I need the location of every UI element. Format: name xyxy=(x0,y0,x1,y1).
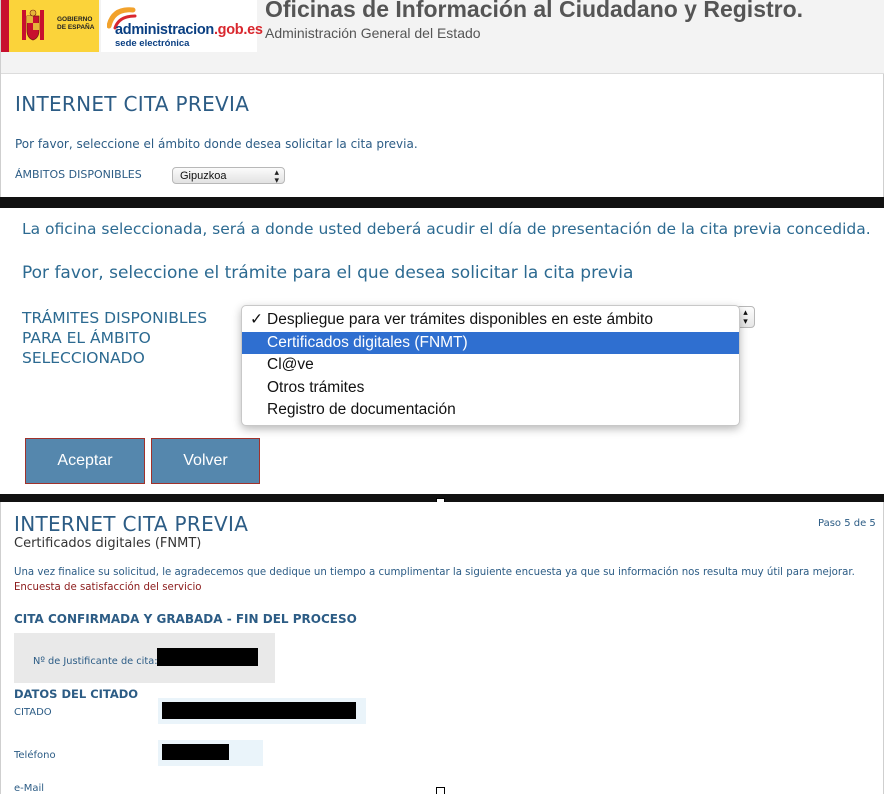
office-note: La oficina seleccionada, será a donde us… xyxy=(22,220,871,238)
confirmation-panel: INTERNET CITA PREVIA Certificados digita… xyxy=(0,502,884,794)
site-subtitle: Administración General del Estado xyxy=(265,25,481,41)
confirmation-heading: CITA CONFIRMADA Y GRABADA - FIN DEL PROC… xyxy=(14,612,357,626)
telefono-field xyxy=(158,740,263,766)
email-label: e-Mail xyxy=(14,783,45,794)
tramite-dropdown-menu[interactable]: ✓ Despliegue para ver trámites disponible… xyxy=(241,305,740,426)
step-indicator: Paso 5 de 5 xyxy=(818,518,876,529)
selected-tramite: Certificados digitales (FNMT) xyxy=(14,536,202,551)
citado-field xyxy=(158,698,366,724)
dropdown-option-default[interactable]: ✓ Despliegue para ver trámites disponible… xyxy=(242,309,739,332)
ambito-select-value: Gipuzkoa xyxy=(180,170,227,182)
site-header: GOBIERNO DE ESPAÑA administracion.gob.es… xyxy=(1,0,884,74)
admin-logo-brand: administracion.gob.es xyxy=(115,22,263,38)
dropdown-option-certificados[interactable]: Certificados digitales (FNMT) xyxy=(242,331,739,355)
dropdown-option-label: Otros trámites xyxy=(267,378,365,396)
justificante-label: Nº de Justificante de cita: xyxy=(33,656,158,667)
select-arrows-icon: ▴ ▾ xyxy=(274,167,279,185)
datos-heading: DATOS DEL CITADO xyxy=(14,687,139,701)
tramite-panel: La oficina seleccionada, será a donde us… xyxy=(0,208,884,494)
survey-link[interactable]: Encuesta de satisfacción del servicio xyxy=(14,582,202,593)
accept-button[interactable]: Aceptar xyxy=(25,438,145,484)
justificante-box: Nº de Justificante de cita: xyxy=(14,633,275,683)
coat-of-arms-icon xyxy=(22,9,44,41)
survey-text: Una vez finalice su solicitud, le agrade… xyxy=(14,567,855,578)
citado-value-redacted xyxy=(162,702,356,719)
ambito-select[interactable]: Gipuzkoa ▴ ▾ xyxy=(172,167,285,185)
site-title: Oficinas de Información al Ciudadano y R… xyxy=(265,0,804,22)
ambito-panel: GOBIERNO DE ESPAÑA administracion.gob.es… xyxy=(0,0,884,197)
justificante-value-redacted xyxy=(157,648,258,666)
gobierno-logo-text: GOBIERNO DE ESPAÑA xyxy=(57,16,95,31)
dropdown-option-label: Registro de documentación xyxy=(267,401,456,419)
telefono-label: Teléfono xyxy=(14,750,56,761)
resize-handle[interactable] xyxy=(436,787,445,794)
dropdown-option-registro[interactable]: Registro de documentación xyxy=(242,399,739,422)
admin-logo-main: administracion xyxy=(115,22,214,38)
citado-label: CITADO xyxy=(14,707,52,718)
tramite-instruction: Por favor, seleccione el trámite para el… xyxy=(22,263,634,283)
dropdown-option-clave[interactable]: Cl@ve xyxy=(242,354,739,377)
dropdown-option-label: Despliegue para ver trámites disponibles… xyxy=(267,311,653,328)
dropdown-option-label: Cl@ve xyxy=(267,356,314,374)
admin-logo-sub: sede electrónica xyxy=(115,38,190,49)
page-title: INTERNET CITA PREVIA xyxy=(14,512,249,536)
flag-stripe xyxy=(1,0,9,52)
checkmark-icon: ✓ xyxy=(250,311,263,328)
back-button[interactable]: Volver xyxy=(151,438,260,484)
administracion-logo[interactable]: administracion.gob.es sede electrónica xyxy=(101,0,263,52)
ambito-label: ÁMBITOS DISPONIBLES xyxy=(15,168,142,181)
tramites-label: TRÁMITES DISPONIBLES PARA EL ÁMBITO SELE… xyxy=(22,309,208,367)
page-title: INTERNET CITA PREVIA xyxy=(15,92,250,116)
panel-separator xyxy=(0,197,884,208)
ambito-instruction: Por favor, seleccione el ámbito donde de… xyxy=(15,137,418,151)
gobierno-de-espana-logo[interactable]: GOBIERNO DE ESPAÑA xyxy=(1,0,99,52)
telefono-value-redacted xyxy=(162,744,229,760)
dropdown-option-otros[interactable]: Otros trámites xyxy=(242,377,739,400)
admin-logo-domain: .gob.es xyxy=(213,22,263,38)
dropdown-option-label: Certificados digitales (FNMT) xyxy=(267,333,468,351)
